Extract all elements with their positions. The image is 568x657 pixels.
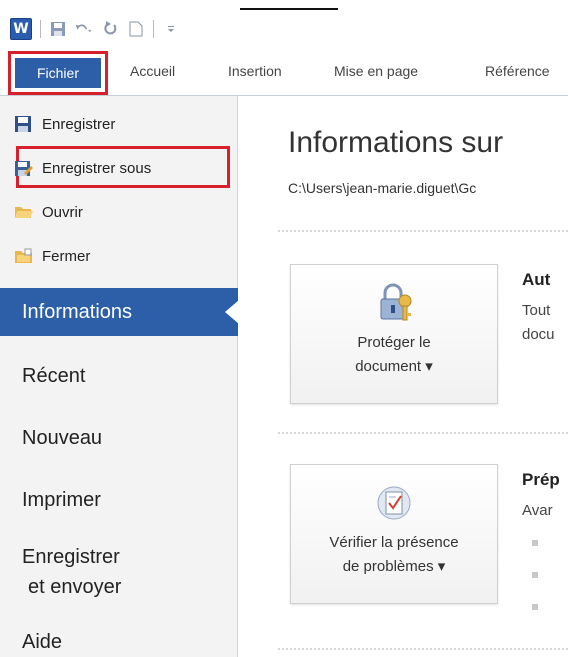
protect-document-button[interactable]: Protéger le document ▾	[290, 264, 498, 404]
check-button-label-line2: de problèmes ▾	[342, 558, 446, 575]
check-issues-button[interactable]: Vérifier la présence de problèmes ▾	[290, 464, 498, 604]
section-divider	[278, 230, 568, 232]
open-command-label: Ouvrir	[42, 203, 83, 221]
save-command[interactable]: Enregistrer	[14, 106, 115, 142]
document-path[interactable]: C:\Users\jean-marie.diguet\Gc	[288, 180, 476, 196]
list-bullet	[532, 604, 538, 610]
sidebar-item-enregistrer-et-envoyer[interactable]: Enregistrer et envoyer	[0, 536, 238, 606]
tab-file[interactable]: Fichier	[15, 58, 101, 88]
tab-references[interactable]: Référence	[485, 58, 550, 84]
sidebar-item-label-line1: Enregistrer	[22, 546, 120, 568]
toolbar-separator	[40, 20, 41, 38]
sidebar-item-recent[interactable]: Récent	[0, 352, 238, 400]
prepare-text-line1: Avar	[522, 502, 553, 519]
customize-icon[interactable]	[162, 20, 180, 38]
check-button-label-line1: Vérifier la présence	[329, 534, 459, 551]
save-as-icon	[14, 159, 34, 177]
new-document-icon[interactable]	[127, 20, 145, 38]
sidebar-item-informations[interactable]: Informations	[0, 288, 239, 336]
prepare-heading: Prép	[522, 470, 560, 489]
open-command[interactable]: Ouvrir	[14, 194, 83, 230]
tab-mise-en-page[interactable]: Mise en page	[334, 58, 418, 84]
lock-key-icon	[380, 283, 412, 321]
close-command[interactable]: Fermer	[14, 238, 90, 274]
protect-button-label-line1: Protéger le	[357, 334, 431, 351]
permissions-text-line2: docu	[522, 326, 555, 343]
redo-icon[interactable]	[101, 20, 119, 38]
save-as-command-label: Enregistrer sous	[42, 159, 152, 177]
sidebar-item-imprimer[interactable]: Imprimer	[0, 476, 238, 524]
page-title: Informations sur	[288, 126, 504, 159]
tab-file-highlight[interactable]: Fichier	[8, 51, 108, 95]
close-folder-icon	[14, 247, 34, 265]
close-command-label: Fermer	[42, 247, 91, 265]
quick-access-toolbar: W	[0, 12, 568, 46]
sidebar-item-aide[interactable]: Aide	[0, 618, 238, 657]
section-divider	[278, 432, 568, 434]
save-command-label: Enregistrer	[42, 115, 116, 133]
list-bullet	[532, 572, 538, 578]
protect-button-label-line2: document ▾	[355, 358, 433, 375]
save-icon[interactable]	[49, 20, 67, 38]
backstage-sidebar: Enregistrer Enregistrer sous Ouvrir Ferm…	[0, 96, 239, 657]
save-as-command[interactable]: Enregistrer sous	[14, 150, 151, 186]
open-folder-icon	[14, 203, 34, 221]
section-divider	[278, 648, 568, 650]
save-icon	[14, 115, 34, 133]
list-bullet	[532, 540, 538, 546]
permissions-text-line1: Tout	[522, 302, 551, 319]
toolbar-separator	[153, 20, 154, 38]
word-logo-icon[interactable]: W	[10, 18, 32, 40]
ribbon-tabs: Fichier Accueil Insertion Mise en page R…	[0, 46, 568, 96]
sidebar-item-label-line2: et envoyer	[28, 576, 122, 598]
top-underline	[240, 8, 338, 10]
tab-insertion[interactable]: Insertion	[228, 58, 282, 84]
tab-accueil[interactable]: Accueil	[130, 58, 175, 84]
inspect-document-icon	[377, 486, 411, 520]
sidebar-item-nouveau[interactable]: Nouveau	[0, 414, 238, 462]
undo-icon[interactable]	[75, 20, 93, 38]
permissions-heading: Aut	[522, 270, 551, 289]
